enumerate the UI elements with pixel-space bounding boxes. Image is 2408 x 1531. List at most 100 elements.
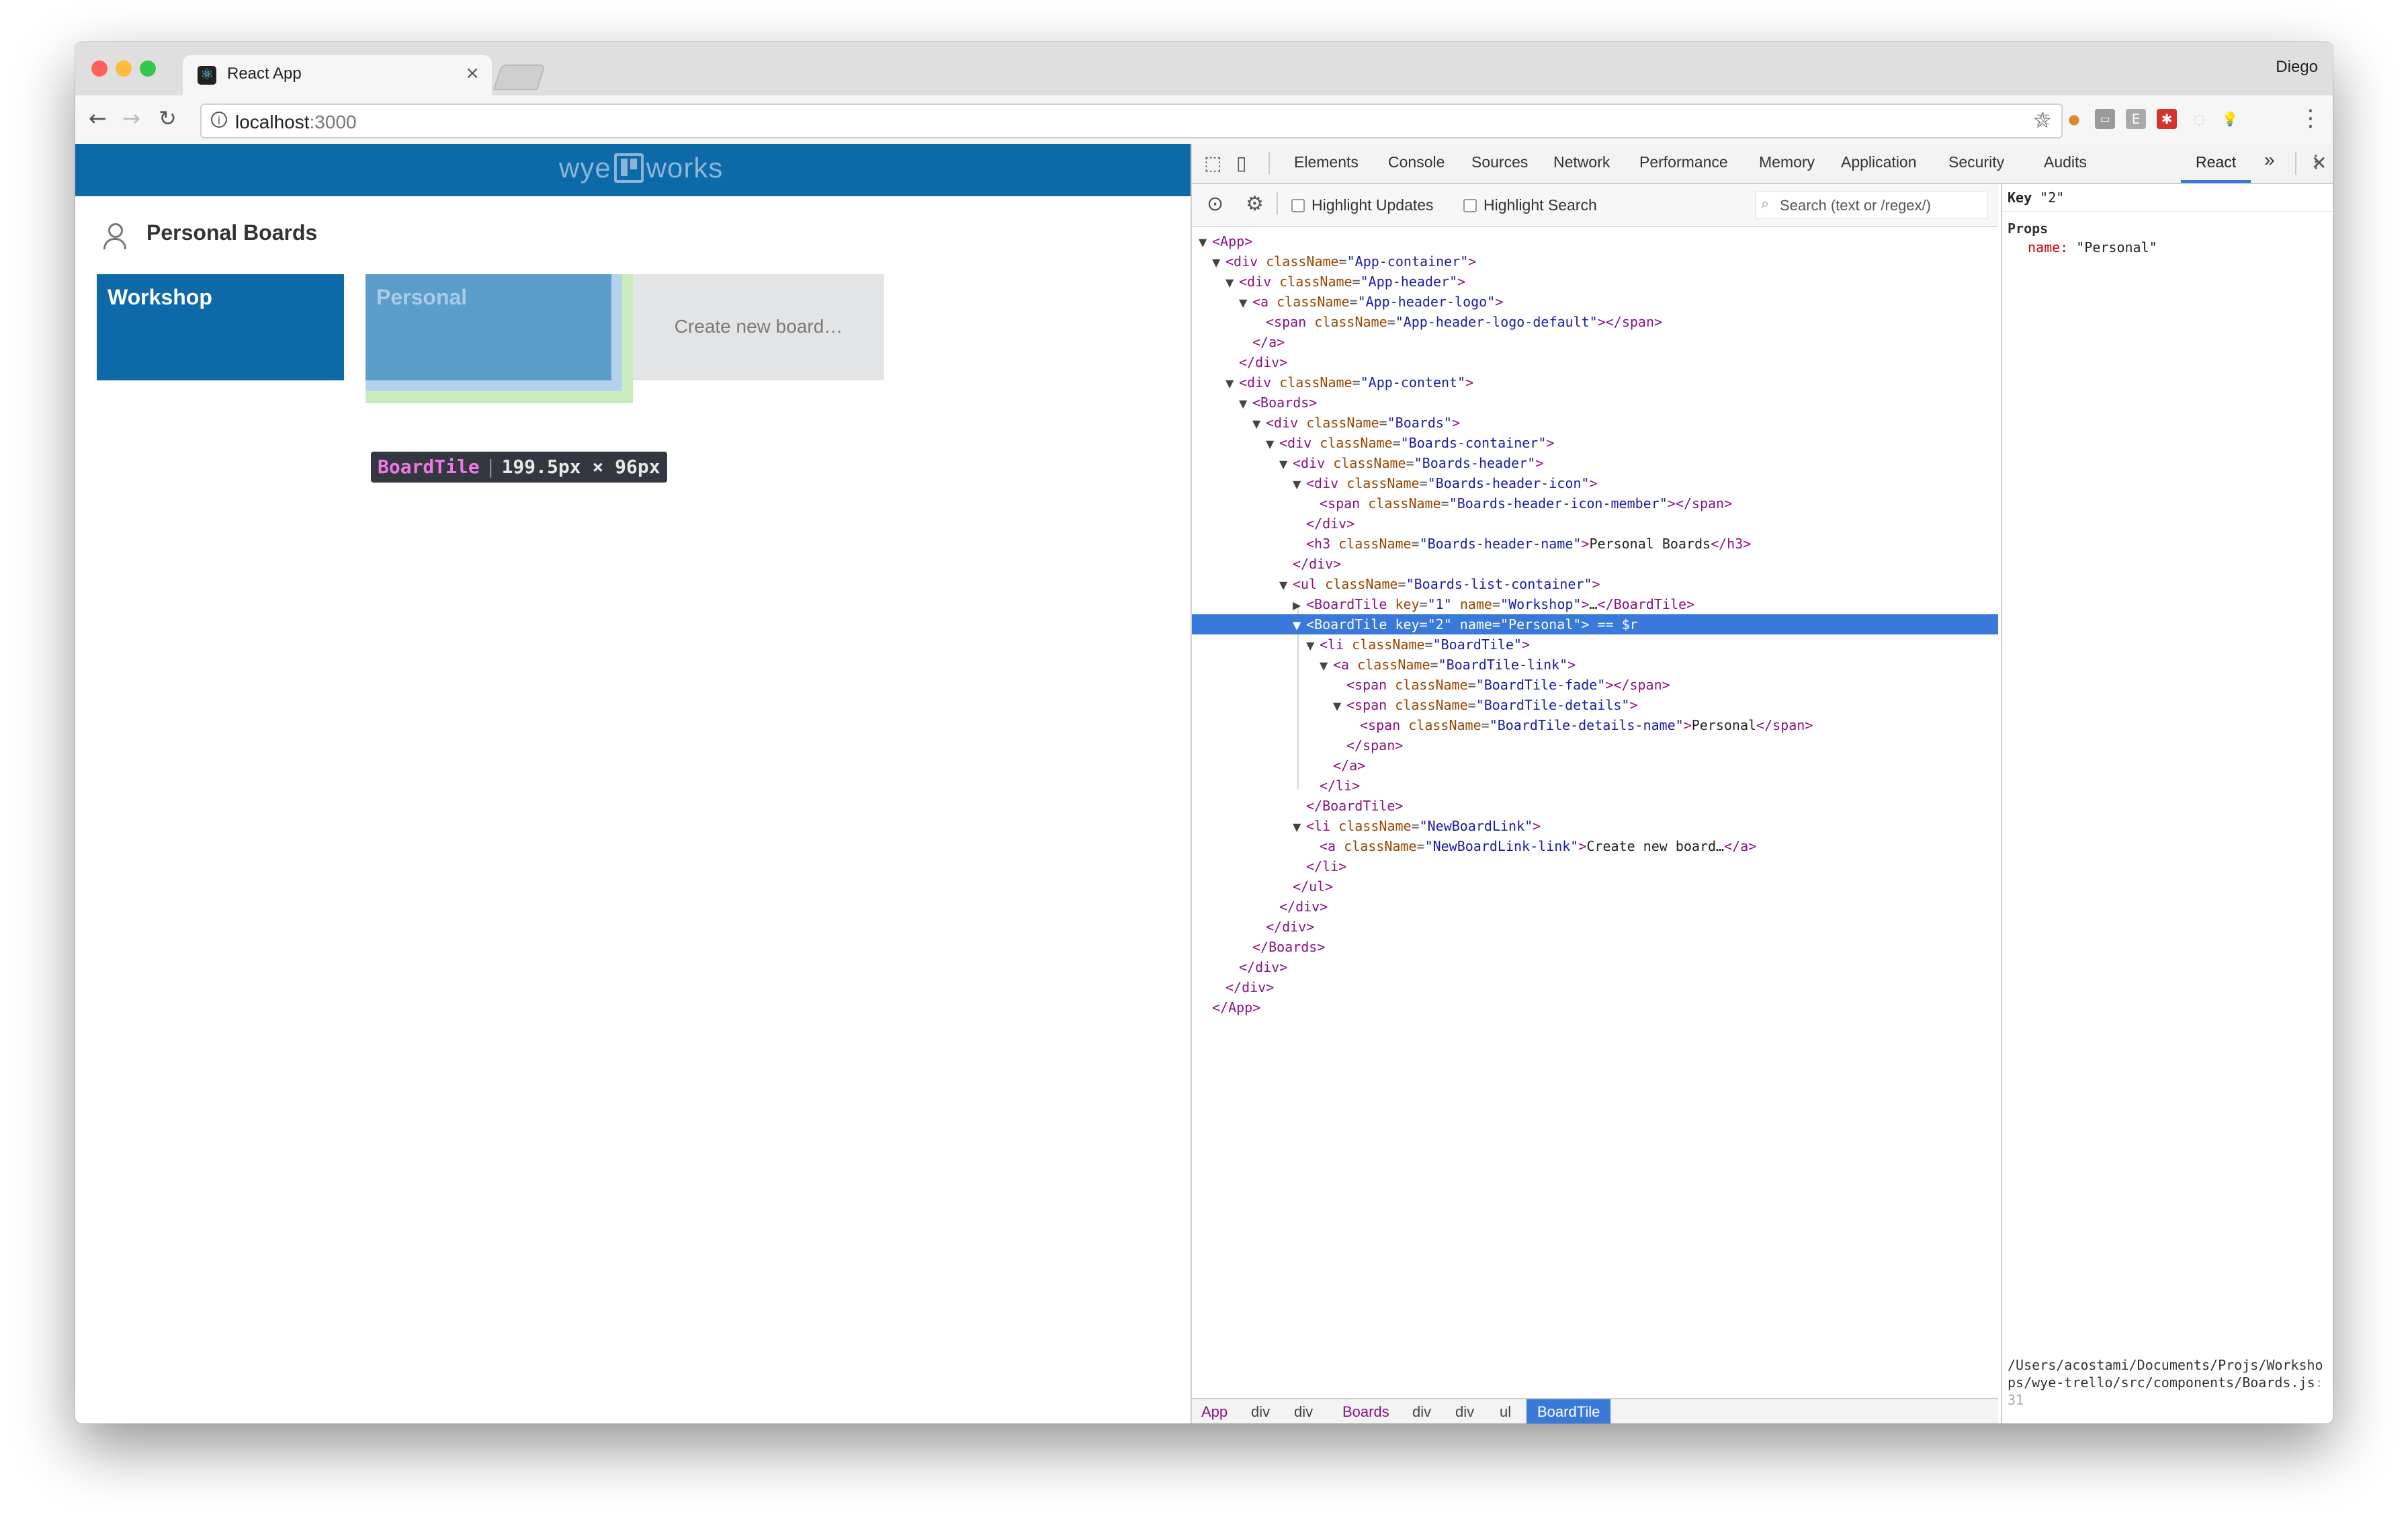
tree-node[interactable]: </ul> <box>1192 876 1998 897</box>
tree-node[interactable]: <span className="BoardTile-fade"></span> <box>1192 675 1998 695</box>
reload-icon[interactable]: ↻ <box>159 105 177 132</box>
forward-arrow-icon[interactable]: → <box>122 105 140 132</box>
tree-node[interactable]: </a> <box>1192 332 1998 352</box>
breadcrumb-item[interactable]: Boards <box>1337 1399 1395 1423</box>
tree-node[interactable]: </Boards> <box>1192 937 1998 957</box>
tree-node[interactable]: ▼ <div className="Boards"> <box>1192 413 1998 433</box>
device-toolbar-icon[interactable]: ▯ <box>1236 152 1246 174</box>
tree-node[interactable]: </div> <box>1192 554 1998 574</box>
tree-node[interactable]: ▼ <li className="NewBoardLink"> <box>1192 816 1998 836</box>
tab-application[interactable]: Application <box>1841 153 1917 171</box>
board-tile-workshop[interactable]: Workshop <box>97 274 344 380</box>
prop-value[interactable]: "Personal" <box>2076 239 2157 255</box>
prop-row[interactable]: name: "Personal" <box>2028 239 2157 255</box>
tree-node[interactable]: <span className="App-header-logo-default… <box>1192 312 1998 332</box>
react-toolbar: ⊙ ⚙ Highlight Updates Highlight Search ⌕… <box>1192 184 1998 227</box>
url-text[interactable]: localhost:3000 <box>235 112 357 133</box>
app-logo[interactable]: wye works <box>559 152 723 184</box>
breadcrumb-item[interactable]: ul <box>1494 1399 1516 1423</box>
tree-node[interactable]: ▼ <div className="Boards-header"> <box>1192 453 1998 473</box>
more-tabs-icon[interactable]: » <box>2264 149 2275 171</box>
tree-node[interactable]: ▼ <App> <box>1192 231 1998 251</box>
tree-node[interactable]: </div> <box>1192 513 1998 534</box>
tree-node[interactable]: <h3 className="Boards-header-name">Perso… <box>1192 534 1998 554</box>
tree-node[interactable]: </a> <box>1192 755 1998 776</box>
tree-node[interactable]: ▼ <div className="App-header"> <box>1192 272 1998 292</box>
tree-node[interactable]: ▼ <div className="App-content"> <box>1192 372 1998 392</box>
tree-node[interactable]: <span className="BoardTile-details-name"… <box>1192 715 1998 735</box>
extension-lightbulb-icon[interactable]: 💡 <box>2220 109 2240 129</box>
tab-network[interactable]: Network <box>1553 153 1610 171</box>
breadcrumb-item[interactable]: App <box>1196 1399 1233 1423</box>
tree-node[interactable]: </div> <box>1192 897 1998 917</box>
tree-search-input[interactable]: ⌕ Search (text or /regex/) <box>1755 191 1987 219</box>
tab-memory[interactable]: Memory <box>1759 153 1815 171</box>
info-icon[interactable]: i <box>211 112 227 128</box>
highlight-updates-checkbox[interactable] <box>1291 199 1305 212</box>
tree-node[interactable]: ▼ <ul className="Boards-list-container"> <box>1192 574 1998 594</box>
react-favicon-icon: ⚛ <box>198 66 216 85</box>
tree-node[interactable]: ▼ <a className="App-header-logo"> <box>1192 292 1998 312</box>
tree-node[interactable]: </div> <box>1192 977 1998 997</box>
tree-node[interactable]: </div> <box>1192 957 1998 977</box>
tree-node[interactable]: </App> <box>1192 997 1998 1018</box>
extension-e-icon[interactable]: E <box>2126 109 2146 129</box>
tree-node[interactable]: </li> <box>1192 776 1998 796</box>
breadcrumb-item[interactable]: div <box>1450 1399 1479 1423</box>
tree-node[interactable]: ▼ <a className="BoardTile-link"> <box>1192 655 1998 675</box>
profile-name[interactable]: Diego <box>2276 58 2318 77</box>
browser-tab[interactable]: ⚛ React App × <box>183 55 492 95</box>
minimize-window-button[interactable] <box>116 60 132 77</box>
tree-node[interactable]: ▼ <div className="Boards-header-icon"> <box>1192 473 1998 493</box>
tab-audits[interactable]: Audits <box>2044 153 2087 171</box>
select-element-icon[interactable]: ⊙ <box>1207 192 1223 216</box>
devtools-panel: ⬚ ▯ Elements Console Sources Network Per… <box>1191 144 2333 1423</box>
close-devtools-icon[interactable]: ✕ <box>2311 152 2327 174</box>
url-port: :3000 <box>309 112 357 132</box>
tab-sources[interactable]: Sources <box>1471 153 1528 171</box>
new-tab-button[interactable] <box>492 65 546 90</box>
tree-node[interactable]: ▼ <div className="App-container"> <box>1192 251 1998 272</box>
tree-node[interactable]: </span> <box>1192 735 1998 755</box>
tab-elements[interactable]: Elements <box>1294 153 1359 171</box>
address-bar[interactable]: i localhost:3000 ☆ <box>200 104 2063 138</box>
tree-node[interactable]: </li> <box>1192 856 1998 876</box>
back-arrow-icon[interactable]: ← <box>89 105 107 132</box>
tree-node[interactable]: ▼ <div className="Boards-container"> <box>1192 433 1998 453</box>
breadcrumb-item[interactable]: div <box>1246 1399 1275 1423</box>
extension-cookie-icon[interactable]: ● <box>2064 109 2084 129</box>
new-board-label: Create new board… <box>674 316 843 337</box>
browser-menu-icon[interactable]: ⋮ <box>2299 105 2322 132</box>
source-location[interactable]: /Users/acostami/Documents/Projs/Workshop… <box>2008 1356 2330 1409</box>
tree-node[interactable]: ▶ <BoardTile key="1" name="Workshop">…</B… <box>1192 594 1998 614</box>
new-board-link[interactable]: Create new board… <box>633 274 884 380</box>
breadcrumb-item[interactable]: div <box>1289 1399 1318 1423</box>
breadcrumb-item-active[interactable]: BoardTile <box>1526 1399 1611 1423</box>
tree-node[interactable]: </BoardTile> <box>1192 796 1998 816</box>
tree-node[interactable]: ▼ <Boards> <box>1192 392 1998 413</box>
tree-node-selected[interactable]: ▼ <BoardTile key="2" name="Personal"> == … <box>1192 614 1998 634</box>
close-window-button[interactable] <box>91 60 108 77</box>
extension-red-icon[interactable]: ✱ <box>2157 109 2177 129</box>
tree-node[interactable]: <span className="Boards-header-icon-memb… <box>1192 493 1998 513</box>
maximize-window-button[interactable] <box>140 60 156 77</box>
highlight-search-checkbox[interactable] <box>1463 199 1477 212</box>
tab-security[interactable]: Security <box>1948 153 2004 171</box>
tree-node[interactable]: ▼ <span className="BoardTile-details"> <box>1192 695 1998 715</box>
tree-node[interactable]: </div> <box>1192 917 1998 937</box>
tab-console[interactable]: Console <box>1388 153 1445 171</box>
extension-window-icon[interactable]: ▭ <box>2095 109 2115 129</box>
browser-toolbar: ← → ↻ i localhost:3000 ☆ 文 ● ▭ E ✱ ◌ 💡 ⋮ <box>75 95 2333 145</box>
inspect-element-icon[interactable]: ⬚ <box>1204 152 1221 174</box>
breadcrumb-item[interactable]: div <box>1407 1399 1436 1423</box>
settings-gear-icon[interactable]: ⚙ <box>1246 192 1264 216</box>
tab-react[interactable]: React <box>2196 153 2236 171</box>
extension-gray-icon[interactable]: ◌ <box>2189 109 2209 129</box>
board-tile-personal[interactable]: Personal <box>366 274 611 380</box>
tree-node[interactable]: </div> <box>1192 352 1998 372</box>
tree-node[interactable]: <a className="NewBoardLink-link">Create … <box>1192 836 1998 856</box>
tree-node[interactable]: ▼ <li className="BoardTile"> <box>1192 634 1998 655</box>
extension-translate-icon[interactable]: 文 <box>2033 109 2053 129</box>
tab-close-icon[interactable]: × <box>465 63 480 83</box>
tab-performance[interactable]: Performance <box>1639 153 1728 171</box>
